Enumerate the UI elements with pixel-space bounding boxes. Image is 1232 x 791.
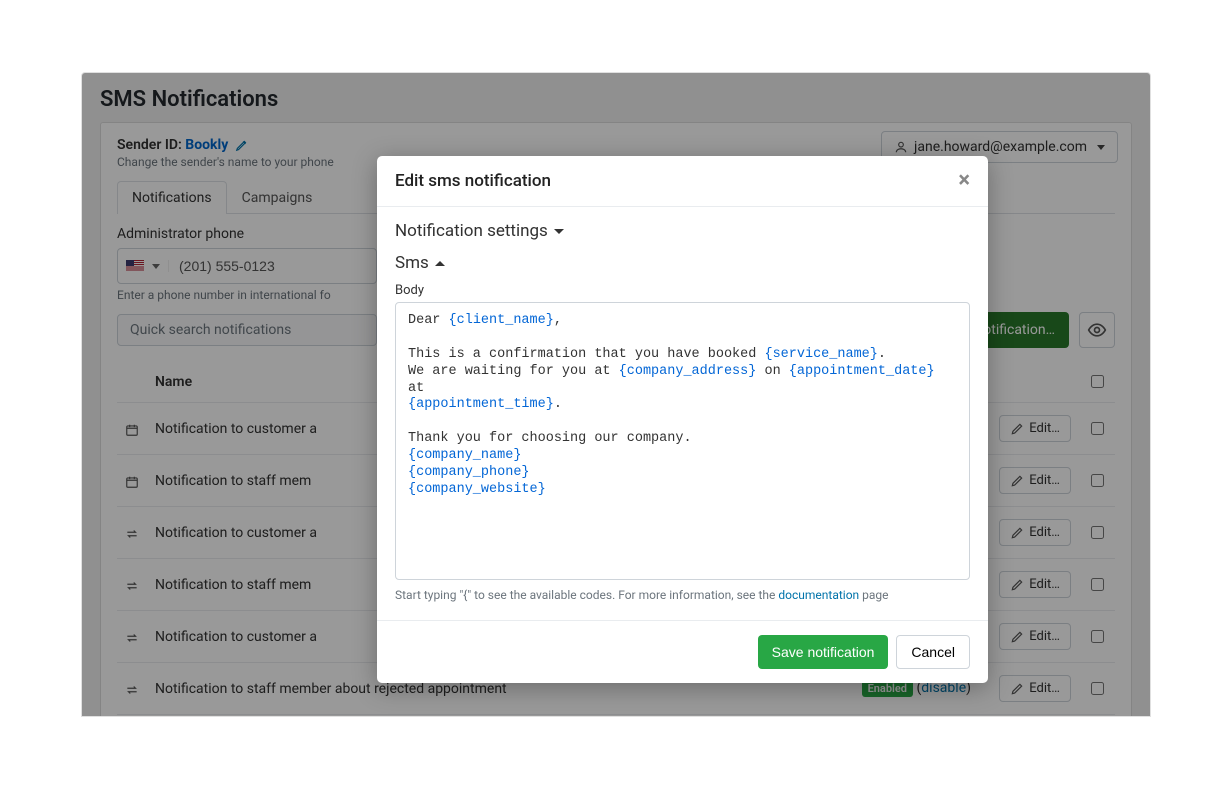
template-token: {client_name} <box>449 313 554 328</box>
template-token: {company_website} <box>408 482 546 497</box>
modal-header: Edit sms notification × <box>377 156 988 207</box>
hint-pre: Start typing "{" to see the available co… <box>395 588 778 602</box>
caret-down-icon <box>554 229 564 234</box>
body-editor[interactable]: Dear {client_name}, This is a confirmati… <box>395 302 970 580</box>
modal-title: Edit sms notification <box>395 171 551 191</box>
template-token: {company_name} <box>408 448 521 463</box>
hint-post: page <box>859 588 888 602</box>
body-label: Body <box>395 283 970 298</box>
section-sms[interactable]: Sms <box>395 247 970 279</box>
caret-up-icon <box>435 261 445 266</box>
edit-notification-modal: Edit sms notification × Notification set… <box>377 156 988 683</box>
close-icon[interactable]: × <box>958 170 970 192</box>
section-sms-label: Sms <box>395 253 429 273</box>
app-frame: SMS Notifications jane.howard@example.co… <box>81 72 1151 717</box>
save-button[interactable]: Save notification <box>758 635 889 669</box>
section-settings-label: Notification settings <box>395 221 548 241</box>
modal-footer: Save notification Cancel <box>377 620 988 683</box>
cancel-button[interactable]: Cancel <box>896 635 970 669</box>
template-token: {company_address} <box>619 364 757 379</box>
template-token: {appointment_time} <box>408 397 554 412</box>
template-token: {company_phone} <box>408 465 530 480</box>
template-token: {appointment_date} <box>789 364 935 379</box>
section-notification-settings[interactable]: Notification settings <box>395 215 970 247</box>
body-hint: Start typing "{" to see the available co… <box>395 588 970 602</box>
documentation-link[interactable]: documentation <box>778 588 859 602</box>
template-token: {service_name} <box>764 347 877 362</box>
